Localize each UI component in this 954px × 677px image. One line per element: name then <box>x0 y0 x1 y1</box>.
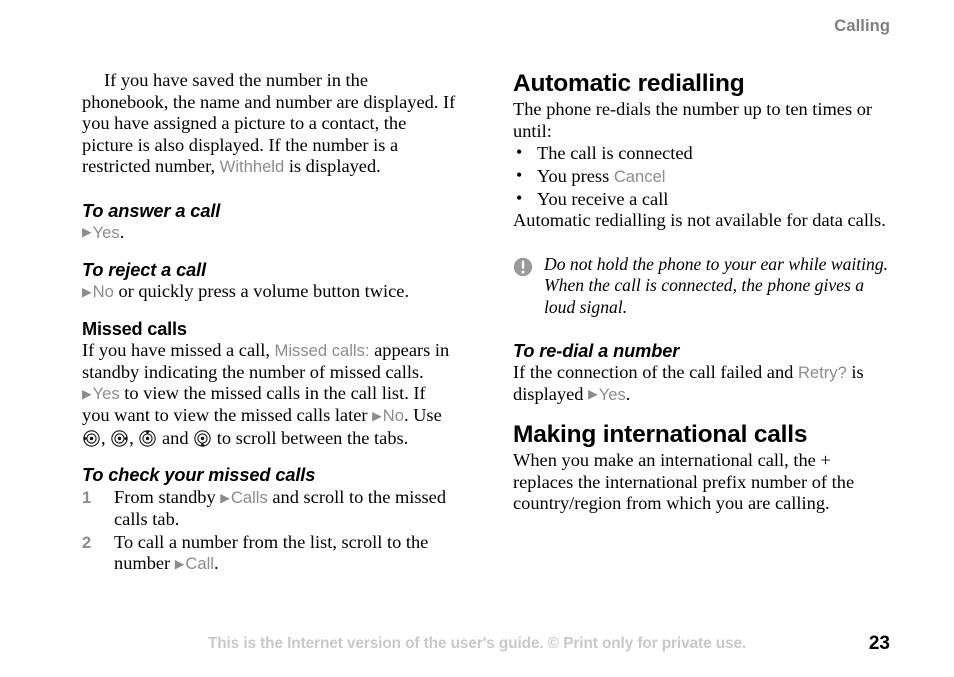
ui-term-calls: Calls <box>230 488 268 508</box>
answer-call-instruction: ▶Yes. <box>82 222 457 244</box>
manual-page: Calling If you have saved the number in … <box>0 0 954 677</box>
step-arrow-icon: ▶ <box>82 386 92 401</box>
intro-text-after: is displayed. <box>284 156 381 177</box>
nav-key-right-icon <box>111 429 128 447</box>
automatic-redialling-intro: The phone re-dials the number up to ten … <box>513 99 873 141</box>
ui-term-yes: Yes <box>598 384 626 404</box>
list-item: • You press Cancel <box>513 165 893 188</box>
comma-2: , <box>129 427 139 448</box>
note-box: Do not hold the phone to your ear while … <box>513 254 893 318</box>
intro-paragraph: If you have saved the number in the phon… <box>82 70 457 178</box>
missed-calls-text-before: If you have missed a call, <box>82 340 275 361</box>
ui-term-no: No <box>382 406 404 426</box>
automatic-redialling-bullets: • The call is connected • You press Cancel… <box>513 142 893 210</box>
page-footer: This is the Internet version of the user… <box>0 633 954 657</box>
check-missed-calls-steps: 1 From standby ▶Calls and scroll to the m… <box>82 487 457 575</box>
step-arrow-icon: ▶ <box>82 284 92 299</box>
footer-disclaimer: This is the Internet version of the user… <box>207 635 747 652</box>
step-arrow-icon: ▶ <box>588 387 598 402</box>
step-arrow-icon: ▶ <box>174 556 185 571</box>
ui-term-cancel: Cancel <box>613 166 666 186</box>
and-text: and <box>157 427 194 448</box>
nav-key-down-icon <box>194 429 211 447</box>
step-text-before: To call a number from the list, scroll t… <box>114 531 429 574</box>
missed-calls-paragraph-2: ▶Yes to view the missed calls in the cal… <box>82 383 457 449</box>
missed-calls-use-text: . Use <box>403 405 442 426</box>
redial-text-after: . <box>625 383 631 404</box>
ui-term-withheld: Withheld <box>219 157 285 177</box>
bullet-text: You press <box>537 165 614 186</box>
reject-call-tail: or quickly press a volume button twice. <box>113 281 410 302</box>
automatic-redialling-outro: Automatic redialling is not available fo… <box>513 210 886 231</box>
ui-term-yes: Yes <box>92 384 120 404</box>
nav-key-up-icon <box>139 429 157 447</box>
page-number: 23 <box>868 633 890 654</box>
list-item: 1 From standby ▶Calls and scroll to the m… <box>82 487 457 531</box>
ui-term-no: No <box>92 282 114 302</box>
bullet-icon: • <box>516 164 523 185</box>
bullet-icon: • <box>516 188 523 208</box>
bullet-text: You receive a call <box>537 189 669 209</box>
missed-calls-tail-text: to scroll between the tabs. <box>212 427 409 448</box>
right-column: Automatic redialling The phone re-dials … <box>513 70 893 515</box>
bullet-text: The call is connected <box>537 143 693 164</box>
step-arrow-icon: ▶ <box>220 490 230 505</box>
bullet-icon: • <box>516 142 523 163</box>
ui-term-call: Call <box>185 554 214 574</box>
answer-call-tail: . <box>119 221 125 242</box>
running-head: Calling <box>834 17 890 35</box>
ui-term-missed-calls: Missed calls: <box>274 341 370 361</box>
list-item: • The call is connected <box>513 142 893 164</box>
list-item: • You receive a call <box>513 188 893 210</box>
step-number: 1 <box>82 488 92 508</box>
comma-1: , <box>101 427 111 448</box>
heading-to-check-your-missed-calls: To check your missed calls <box>82 465 316 486</box>
heading-to-answer-a-call: To answer a call <box>82 200 221 221</box>
left-column: If you have saved the number in the phon… <box>82 70 457 576</box>
ui-term-yes: Yes <box>92 222 120 242</box>
step-arrow-icon: ▶ <box>82 225 92 240</box>
redial-number-instruction: If the connection of the call failed and… <box>513 362 893 406</box>
step-text-before: From standby <box>114 487 221 508</box>
nav-key-left-icon <box>83 429 100 447</box>
missed-calls-paragraph-1: If you have missed a call, Missed calls:… <box>82 340 457 383</box>
heading-making-international-calls: Making international calls <box>513 420 808 448</box>
list-item: 2 To call a number from the list, scroll … <box>82 532 457 576</box>
step-text-after: . <box>214 553 219 574</box>
ui-term-retry: Retry? <box>797 363 847 383</box>
step-number: 2 <box>82 532 92 552</box>
heading-to-reject-a-call: To reject a call <box>82 260 207 281</box>
exclamation-circle-icon <box>513 257 533 277</box>
heading-to-re-dial-a-number: To re-dial a number <box>513 341 680 362</box>
heading-missed-calls: Missed calls <box>82 319 187 340</box>
redial-text-before: If the connection of the call failed and <box>513 362 798 383</box>
heading-automatic-redialling: Automatic redialling <box>513 70 745 97</box>
reject-call-instruction: ▶No or quickly press a volume button twi… <box>82 281 457 303</box>
step-arrow-icon: ▶ <box>372 408 382 423</box>
international-calls-paragraph: When you make an international call, the… <box>513 449 855 514</box>
note-text: Do not hold the phone to your ear while … <box>544 254 889 317</box>
